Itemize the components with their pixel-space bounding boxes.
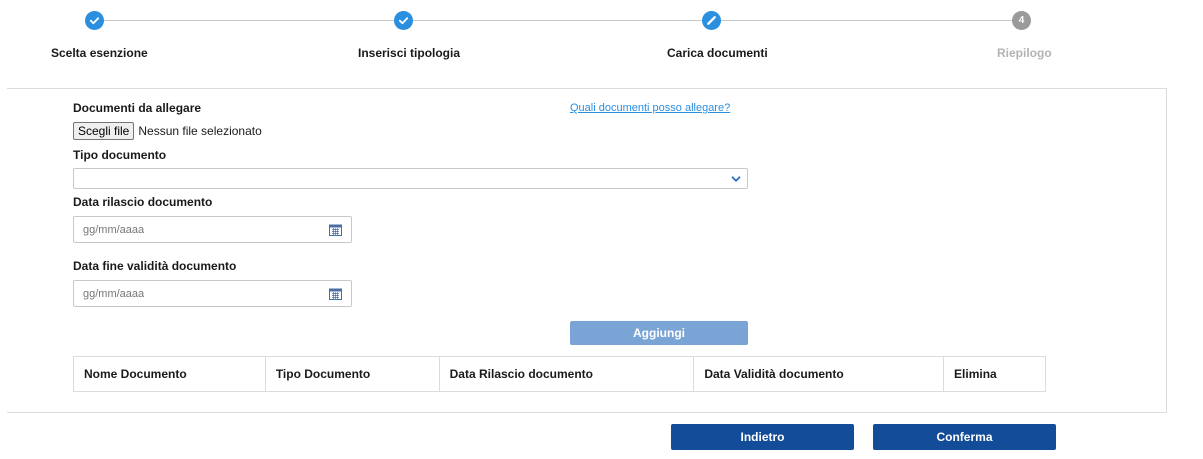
file-status-text: Nessun file selezionato: [138, 124, 262, 138]
stepper-connector: [412, 20, 702, 21]
step-2-check-icon: [394, 11, 413, 30]
add-button[interactable]: Aggiungi: [570, 321, 748, 345]
calendar-icon[interactable]: [329, 224, 342, 236]
step-4-number: 4: [1012, 11, 1031, 30]
documents-table: Nome Documento Tipo Documento Data Rilas…: [73, 356, 1046, 392]
table-header-row: Nome Documento Tipo Documento Data Rilas…: [73, 356, 1046, 392]
expiry-date-placeholder: gg/mm/aaaa: [83, 287, 145, 300]
progress-stepper: 4 Scelta esenzione Inserisci tipologia C…: [0, 0, 1203, 80]
documents-label: Documenti da allegare: [73, 101, 202, 115]
step-1-label: Scelta esenzione: [51, 46, 148, 60]
stepper-connector: [720, 20, 1012, 21]
step-3-label: Carica documenti: [667, 46, 768, 60]
back-button[interactable]: Indietro: [671, 424, 854, 450]
expiry-date-input[interactable]: gg/mm/aaaa: [73, 280, 352, 307]
calendar-icon[interactable]: [329, 288, 342, 300]
column-header-name: Nome Documento: [73, 356, 266, 392]
expiry-date-label: Data fine validità documento: [73, 259, 237, 273]
column-header-validity-date: Data Validità documento: [693, 356, 945, 392]
confirm-button[interactable]: Conferma: [873, 424, 1056, 450]
issue-date-placeholder: gg/mm/aaaa: [83, 223, 145, 236]
help-link[interactable]: Quali documenti posso allegare?: [570, 102, 730, 114]
issue-date-input[interactable]: gg/mm/aaaa: [73, 216, 352, 243]
step-3-pencil-icon: [702, 11, 721, 30]
choose-file-button[interactable]: Scegli file: [73, 122, 135, 140]
chevron-down-icon: [731, 176, 741, 182]
step-4-label: Riepilogo: [997, 46, 1052, 60]
column-header-issue-date: Data Rilascio documento: [438, 356, 695, 392]
step-2-label: Inserisci tipologia: [358, 46, 461, 60]
stepper-connector: [103, 20, 395, 21]
column-header-delete: Elimina: [943, 356, 1046, 392]
doc-type-select[interactable]: [73, 168, 748, 189]
step-1-check-icon: [85, 11, 104, 30]
doc-type-label: Tipo documento: [73, 148, 167, 162]
column-header-type: Tipo Documento: [264, 356, 440, 392]
issue-date-label: Data rilascio documento: [73, 195, 213, 209]
file-picker: Scegli file Nessun file selezionato: [73, 122, 262, 140]
